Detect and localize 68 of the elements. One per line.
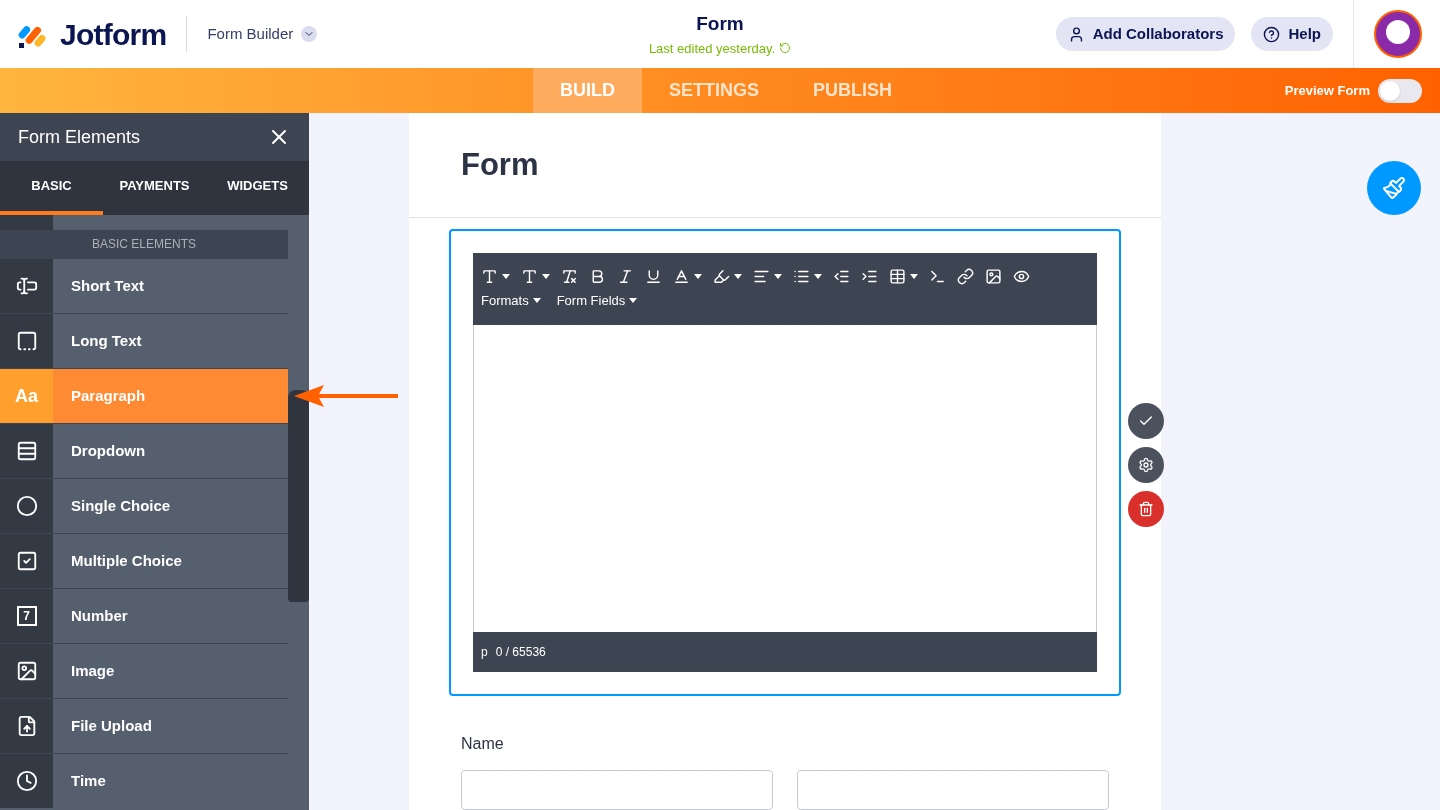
confirm-button[interactable] — [1128, 403, 1164, 440]
caret-icon — [532, 298, 541, 304]
paint-brush-icon — [1382, 176, 1406, 200]
caret-icon — [502, 273, 510, 279]
font-size-icon[interactable] — [521, 267, 538, 285]
last-edited-text: Last edited yesterday. — [648, 39, 776, 58]
form-title: Form — [696, 12, 744, 36]
element-path: p — [481, 644, 488, 661]
form-heading: Form — [461, 145, 539, 184]
long-text-icon — [15, 330, 38, 352]
settings-button[interactable] — [1128, 447, 1164, 484]
number-icon: 7 — [16, 606, 37, 626]
help-button[interactable]: Help — [1251, 17, 1333, 51]
add-collaborators-button[interactable]: Add Collaborators — [1055, 17, 1236, 51]
italic-icon[interactable] — [617, 267, 634, 285]
element-tab[interactable]: WIDGETS — [206, 161, 309, 215]
element-item[interactable]: Long Text — [0, 313, 288, 368]
radio-icon — [15, 495, 38, 517]
delete-button[interactable] — [1128, 491, 1164, 528]
preview-toggle[interactable] — [1378, 78, 1422, 103]
checkbox-icon — [15, 550, 38, 572]
chevron-icon — [301, 26, 318, 42]
image-icon — [15, 660, 38, 682]
element-item[interactable]: Dropdown — [0, 423, 288, 478]
char-count: 0 / 65536 — [495, 644, 546, 661]
section-heading: BASIC ELEMENTS — [0, 230, 288, 258]
field-label: Name — [461, 734, 505, 754]
paragraph-icon: Aa — [15, 382, 38, 410]
form-builder-menu[interactable]: Form Builder — [207, 22, 318, 46]
highlight-icon[interactable] — [713, 267, 730, 285]
table-icon[interactable] — [889, 267, 906, 285]
caret-icon — [910, 273, 918, 279]
element-item[interactable]: Multiple Choice — [0, 533, 288, 588]
caret-icon — [542, 273, 550, 279]
trash-icon — [1138, 501, 1154, 518]
clear-format-icon[interactable] — [561, 267, 578, 285]
element-item[interactable]: 7 Number — [0, 588, 288, 643]
toolbar-menu[interactable]: Formats — [481, 290, 541, 311]
element-item[interactable]: Image — [0, 643, 288, 698]
logo[interactable]: Jotform — [60, 11, 167, 57]
element-item[interactable]: File Upload — [0, 698, 288, 753]
caret-icon — [734, 273, 742, 279]
caret-icon — [774, 273, 782, 279]
settings-icon — [1138, 457, 1154, 474]
panel-title: Form Elements — [18, 125, 141, 149]
clock-icon — [15, 770, 38, 792]
text-color-icon[interactable] — [673, 267, 690, 285]
short-text-icon — [15, 275, 38, 297]
element-item[interactable]: Short Text — [0, 258, 288, 313]
caret-icon — [814, 273, 822, 279]
caret-icon — [694, 273, 702, 279]
font-icon[interactable] — [481, 267, 498, 285]
first-name-field[interactable] — [461, 770, 773, 810]
element-tab[interactable]: PAYMENTS — [103, 161, 206, 215]
dropdown-icon — [15, 440, 38, 462]
image-icon[interactable] — [985, 267, 1002, 285]
caret-icon — [629, 298, 638, 304]
last-name-field[interactable] — [797, 770, 1109, 810]
preview-form-label: Preview Form — [1284, 81, 1370, 100]
underline-icon[interactable] — [645, 267, 662, 285]
toolbar-menu[interactable]: Form Fields — [556, 290, 638, 311]
link-icon[interactable] — [957, 267, 974, 285]
help-icon — [1263, 25, 1281, 43]
element-item[interactable]: Time — [0, 753, 288, 808]
designer-button[interactable] — [1367, 161, 1421, 215]
avatar[interactable] — [1374, 10, 1422, 58]
scrollbar-thumb[interactable] — [288, 390, 309, 602]
element-item[interactable]: Single Choice — [0, 478, 288, 533]
